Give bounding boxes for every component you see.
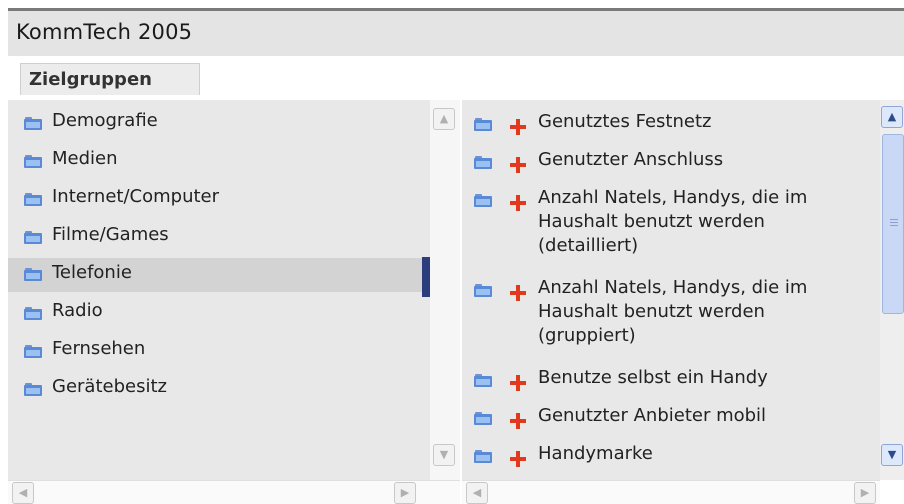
- tab-label: Zielgruppen: [29, 69, 152, 90]
- folder-icon: [24, 307, 42, 320]
- add-icon[interactable]: [510, 413, 526, 429]
- scroll-left-button[interactable]: ◀: [466, 482, 488, 504]
- category-list-scrollbar[interactable]: ▲ ▼: [430, 100, 460, 480]
- folder-icon: [474, 118, 492, 131]
- scroll-right-button[interactable]: ▶: [394, 482, 416, 504]
- category-label: Gerätebesitz: [52, 376, 167, 397]
- category-list-hscrollbar[interactable]: ◀ ▶: [8, 480, 460, 504]
- variable-label: Anzahl Natels, Handys, die im Haushalt b…: [538, 187, 808, 256]
- folder-icon: [474, 450, 492, 463]
- variable-label: Genutztes Festnetz: [538, 111, 712, 132]
- folder-icon: [24, 155, 42, 168]
- add-icon[interactable]: [510, 285, 526, 301]
- category-item-demografie[interactable]: Demografie: [8, 108, 430, 138]
- category-item-internet-computer[interactable]: Internet/Computer: [8, 184, 430, 214]
- category-item-geraetebesitz[interactable]: Gerätebesitz: [8, 374, 430, 404]
- folder-icon: [474, 284, 492, 297]
- folder-icon: [24, 268, 42, 281]
- window-title: KommTech 2005: [16, 20, 193, 44]
- variable-list-scrollbar[interactable]: ▲ ▼: [880, 100, 904, 480]
- variable-item[interactable]: Genutztes Festnetz: [462, 110, 880, 138]
- scrollbar-corner: [880, 480, 904, 504]
- tab-bar: Zielgruppen: [8, 56, 904, 100]
- category-item-medien[interactable]: Medien: [8, 146, 430, 176]
- add-icon[interactable]: [510, 451, 526, 467]
- category-label: Filme/Games: [52, 224, 169, 245]
- category-label: Medien: [52, 148, 118, 169]
- category-item-filme-games[interactable]: Filme/Games: [8, 222, 430, 252]
- folder-icon: [474, 374, 492, 387]
- variable-label: Benutze selbst ein Handy: [538, 367, 768, 388]
- folder-icon: [474, 412, 492, 425]
- scrollbar-thumb[interactable]: [882, 134, 904, 314]
- variable-list: Genutztes Festnetz Genutzter Anschluss A…: [462, 100, 880, 480]
- scroll-up-button[interactable]: ▲: [881, 106, 903, 128]
- folder-icon: [24, 193, 42, 206]
- add-icon[interactable]: [510, 119, 526, 135]
- scroll-down-button[interactable]: ▼: [881, 444, 903, 466]
- variable-item[interactable]: Anzahl Natels, Handys, die im Haushalt b…: [462, 186, 880, 262]
- scroll-right-button[interactable]: ▶: [854, 482, 876, 504]
- window-top-edge: [0, 0, 904, 8]
- category-label: Fernsehen: [52, 338, 146, 359]
- scroll-down-button[interactable]: ▼: [433, 444, 455, 466]
- variable-item[interactable]: Genutzter Anbieter mobil: [462, 404, 880, 432]
- variable-label: Genutzter Anschluss: [538, 149, 724, 170]
- folder-icon: [474, 156, 492, 169]
- variable-label: Genutzter Anbieter mobil: [538, 405, 767, 426]
- category-list: Demografie Medien Internet/Computer Film…: [8, 100, 430, 480]
- add-icon[interactable]: [510, 375, 526, 391]
- grip-icon: [890, 219, 898, 220]
- variable-item[interactable]: Anzahl Natels, Handys, die im Haushalt b…: [462, 276, 880, 352]
- title-bar: KommTech 2005: [8, 8, 904, 56]
- variable-label: Handymarke: [538, 443, 653, 464]
- category-label: Internet/Computer: [52, 186, 220, 207]
- scroll-up-button[interactable]: ▲: [433, 108, 455, 130]
- folder-icon: [24, 383, 42, 396]
- category-label: Radio: [52, 300, 103, 321]
- folder-icon: [24, 231, 42, 244]
- folder-icon: [474, 194, 492, 207]
- category-label: Telefonie: [52, 262, 132, 283]
- tab-zielgruppen[interactable]: Zielgruppen: [20, 63, 200, 95]
- variable-label: Anzahl Natels, Handys, die im Haushalt b…: [538, 277, 808, 346]
- add-icon[interactable]: [510, 157, 526, 173]
- category-item-radio[interactable]: Radio: [8, 298, 430, 328]
- selection-indicator: [422, 257, 430, 297]
- category-item-fernsehen[interactable]: Fernsehen: [8, 336, 430, 366]
- scroll-left-button[interactable]: ◀: [12, 482, 34, 504]
- folder-icon: [24, 345, 42, 358]
- category-item-telefonie[interactable]: Telefonie: [8, 257, 430, 297]
- add-icon[interactable]: [510, 195, 526, 211]
- variable-item[interactable]: Benutze selbst ein Handy: [462, 366, 880, 394]
- variable-item[interactable]: Genutzter Anschluss: [462, 148, 880, 176]
- variable-item[interactable]: Handymarke: [462, 442, 880, 470]
- variable-list-hscrollbar[interactable]: ◀ ▶: [462, 480, 880, 504]
- folder-icon: [24, 117, 42, 130]
- category-label: Demografie: [52, 110, 158, 131]
